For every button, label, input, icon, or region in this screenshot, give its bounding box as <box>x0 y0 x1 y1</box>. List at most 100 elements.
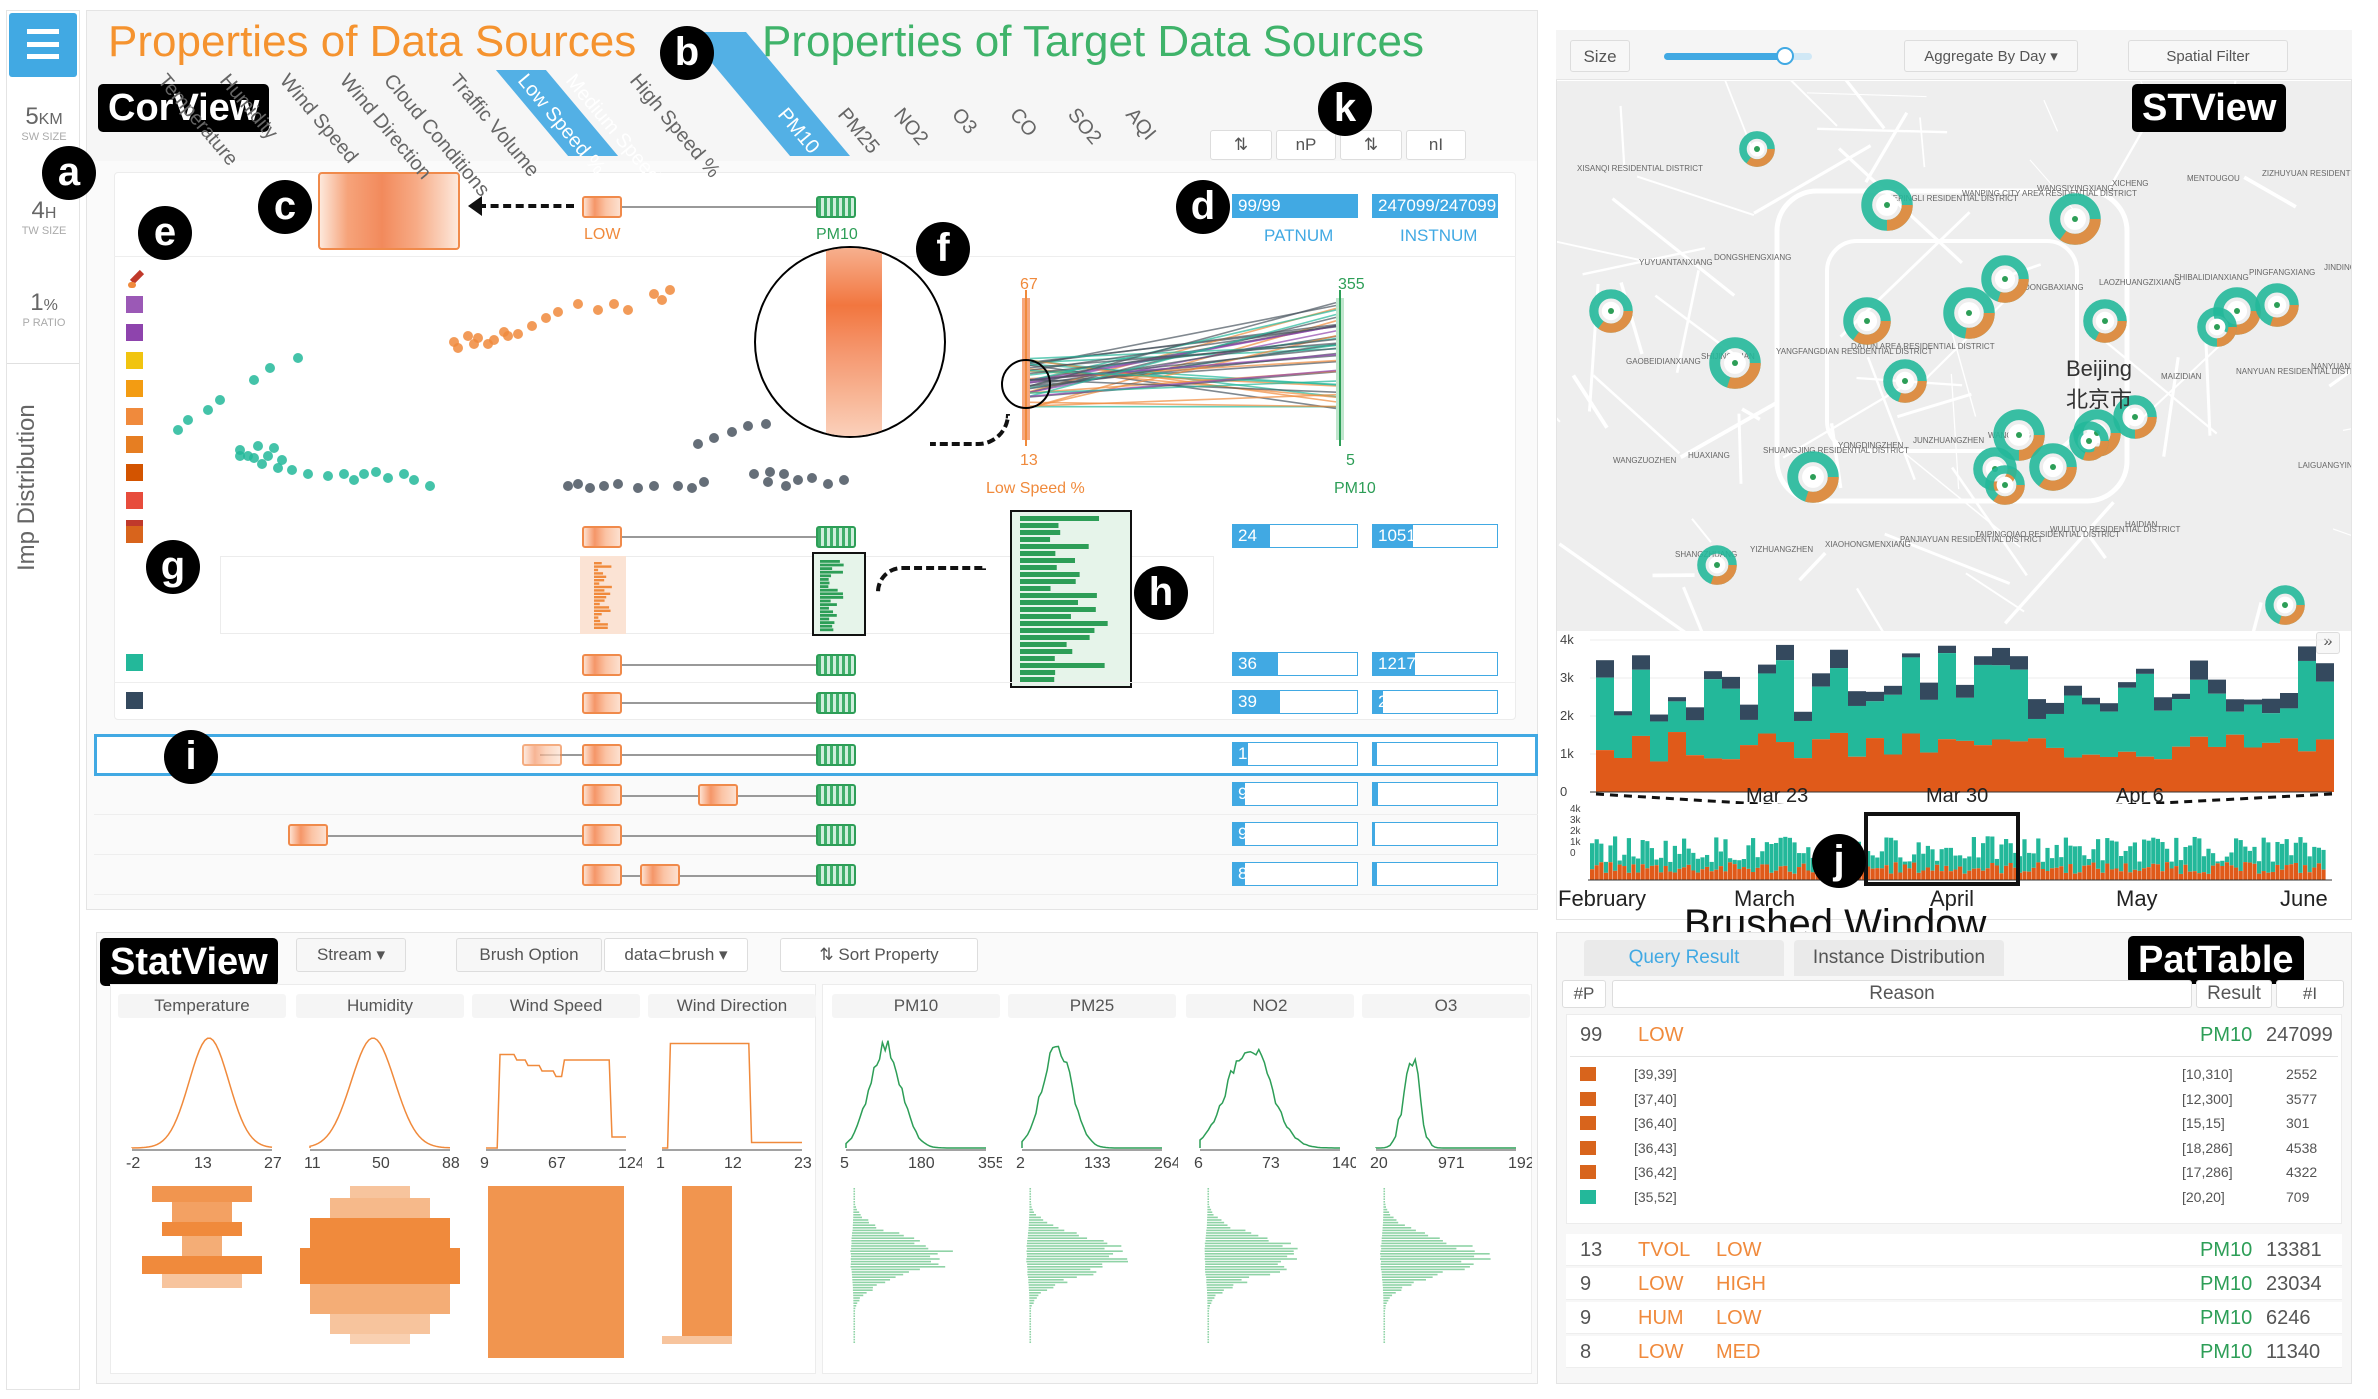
row-i[interactable]: 13381 <box>2266 1234 2322 1266</box>
low-glyph[interactable] <box>582 744 622 766</box>
row-patnum-bar[interactable]: 39 <box>1232 690 1358 714</box>
sub-pattern-low-range[interactable]: [35,52] <box>1634 1189 1677 1205</box>
cluster-color[interactable] <box>126 352 143 369</box>
sub-pattern-color[interactable] <box>1580 1067 1596 1081</box>
stat-chart-title[interactable]: Temperature <box>118 994 286 1018</box>
low-glyph[interactable] <box>582 784 622 806</box>
sub-pattern-count[interactable]: 3577 <box>2286 1091 2317 1107</box>
row-result[interactable]: PM10 <box>2200 1268 2252 1300</box>
pattern-row[interactable]: 9 HUM LOW PM10 6246 <box>1566 1302 2342 1334</box>
top-pattern-row[interactable]: 99 LOW PM10 247099 <box>1566 1024 2342 1054</box>
stat-chart-title[interactable]: O3 <box>1362 994 1530 1018</box>
row-patnum-bar[interactable]: 9/9 <box>1232 782 1358 806</box>
stat-chart[interactable]: 20 971 192 <box>1360 1018 1532 1358</box>
parallel-coordinates[interactable] <box>860 260 1510 510</box>
sub-pattern-color[interactable] <box>1580 1165 1596 1179</box>
pm10-glyph[interactable] <box>816 196 856 218</box>
glyph-c[interactable] <box>288 824 328 846</box>
stat-chart[interactable]: 1 12 23 <box>646 1018 818 1358</box>
row-i[interactable]: 11340 <box>2266 1336 2320 1368</box>
row-p[interactable]: 9 <box>1580 1302 1591 1334</box>
row-patnum-bar[interactable]: 9/9 <box>1232 822 1358 846</box>
pm10-glyph[interactable] <box>816 526 856 548</box>
sub-pattern-color[interactable] <box>1580 1140 1596 1155</box>
row-reason-1[interactable]: LOW <box>1638 1268 1684 1300</box>
sub-pattern-low-range[interactable]: [36,43] <box>1634 1140 1677 1156</box>
sub-pattern-low-range[interactable]: [37,40] <box>1634 1091 1677 1107</box>
row-reason-1[interactable]: HUM <box>1638 1302 1684 1334</box>
sub-pattern-color[interactable] <box>1580 1189 1596 1204</box>
cluster-color[interactable] <box>126 464 143 481</box>
brush-option-dropdown[interactable]: data⊂brush ▾ <box>604 938 748 972</box>
row-i[interactable]: 23034 <box>2266 1268 2322 1300</box>
low-glyph[interactable] <box>582 654 622 676</box>
spatial-filter-button[interactable]: Spatial Filter <box>2128 40 2288 72</box>
row-patnum-bar[interactable]: 24 <box>1232 524 1358 548</box>
tw-size-control[interactable]: 4H TW SIZE <box>9 197 79 237</box>
sub-pattern-result-range[interactable]: [15,15] <box>2182 1115 2225 1131</box>
sub-pattern-row[interactable]: [39,39] [10,310] 2552 <box>1580 1064 2340 1086</box>
glyph-b[interactable] <box>698 784 738 806</box>
row-p[interactable]: 13 <box>1580 1234 1602 1266</box>
low-glyph[interactable] <box>582 692 622 714</box>
low-glyph[interactable] <box>582 196 622 218</box>
low-glyph[interactable] <box>582 526 622 548</box>
stat-chart-title[interactable]: PM25 <box>1008 994 1176 1018</box>
row-patnum-bar[interactable]: 8/8 <box>1232 862 1358 886</box>
aggregate-dropdown[interactable]: Aggregate By Day ▾ <box>1904 40 2078 72</box>
pm10-glyph[interactable] <box>816 654 856 676</box>
row-reason-1[interactable]: TVOL <box>1638 1234 1690 1266</box>
size-slider[interactable] <box>1664 47 1812 65</box>
row-result[interactable]: PM10 <box>2200 1234 2252 1266</box>
sub-pattern-color[interactable] <box>1580 1091 1596 1106</box>
sub-pattern-color[interactable] <box>1580 1116 1596 1130</box>
sub-pattern-row[interactable]: [36,42] [17,286] 4322 <box>1580 1162 2340 1184</box>
imp-distribution-tab[interactable]: Imp Distribution <box>13 371 41 571</box>
pm10-glyph[interactable] <box>816 864 856 886</box>
row-instnum-bar[interactable]: 121778 <box>1372 652 1498 676</box>
cluster-color[interactable] <box>126 492 143 509</box>
patnum-bar[interactable]: 99/99 <box>1232 194 1358 218</box>
cluster-color[interactable] <box>126 296 143 313</box>
stat-chart-title[interactable]: NO2 <box>1186 994 1354 1018</box>
sub-pattern-count[interactable]: 2552 <box>2286 1066 2317 1082</box>
pm10-glyph[interactable] <box>816 692 856 714</box>
p-column-header[interactable]: #P <box>1562 980 1606 1008</box>
cluster-color[interactable] <box>126 380 143 397</box>
p-ratio-control[interactable]: 1% P RATIO <box>9 289 79 329</box>
sub-pattern-result-range[interactable]: [12,300] <box>2182 1091 2233 1107</box>
sub-pattern-low-range[interactable]: [36,42] <box>1634 1164 1677 1180</box>
sw-size-control[interactable]: 5KM SW SIZE <box>9 103 79 143</box>
scatter-plot[interactable] <box>158 260 858 510</box>
cluster-color[interactable] <box>126 436 143 453</box>
stream-dropdown[interactable]: Stream ▾ <box>296 938 406 972</box>
row-result[interactable]: PM10 <box>2200 1302 2252 1334</box>
row-instnum-bar[interactable]: 105101 <box>1372 524 1498 548</box>
sub-pattern-count[interactable]: 4322 <box>2286 1164 2317 1180</box>
query-result-tab[interactable]: Query Result <box>1584 940 1784 976</box>
sub-pattern-count[interactable]: 4538 <box>2286 1140 2317 1156</box>
stat-chart[interactable]: 9 67 124 <box>470 1018 642 1358</box>
pm10-glyph[interactable] <box>816 784 856 806</box>
sub-pattern-low-range[interactable]: [39,39] <box>1634 1066 1677 1082</box>
pattern-row[interactable]: 13 TVOL LOW PM10 13381 <box>1566 1234 2342 1266</box>
stat-chart[interactable]: 5 180 355 <box>830 1018 1002 1358</box>
sub-pattern-low-range[interactable]: [36,40] <box>1634 1115 1677 1131</box>
instnum-bar[interactable]: 247099/247099 <box>1372 194 1498 218</box>
pattern-row[interactable]: 9 LOW HIGH PM10 23034 <box>1566 1268 2342 1300</box>
detail-timeline-chart[interactable]: 4k3k2k1k0 Mar 23 Mar 30 Apr 6 <box>1556 634 2352 804</box>
sort-button[interactable]: ⇅ Sort Property <box>780 938 978 972</box>
row-patnum-bar[interactable]: 36 <box>1232 652 1358 676</box>
sub-pattern-row[interactable]: [37,40] [12,300] 3577 <box>1580 1089 2340 1111</box>
instance-distribution-tab[interactable]: Instance Distribution <box>1794 940 2004 976</box>
row-patnum-bar[interactable]: 13/13 <box>1232 742 1358 766</box>
row-result[interactable]: PM10 <box>2200 1336 2252 1368</box>
sub-pattern-result-range[interactable]: [18,286] <box>2182 1140 2233 1156</box>
sort-np-button[interactable]: ⇅ <box>1210 130 1272 160</box>
i-column-header[interactable]: #I <box>2276 980 2344 1008</box>
map-area[interactable]: XISANQI RESIDENTIAL DISTRICT DONGSHENGXIA… <box>1557 81 2351 631</box>
sub-pattern-row[interactable]: [36,43] [18,286] 4538 <box>1580 1138 2340 1160</box>
row-instnum-bar[interactable]: 20220 <box>1372 690 1498 714</box>
row-instnum-bar[interactable]: 6246/6246 <box>1372 822 1498 846</box>
glyph-d[interactable] <box>640 864 680 886</box>
